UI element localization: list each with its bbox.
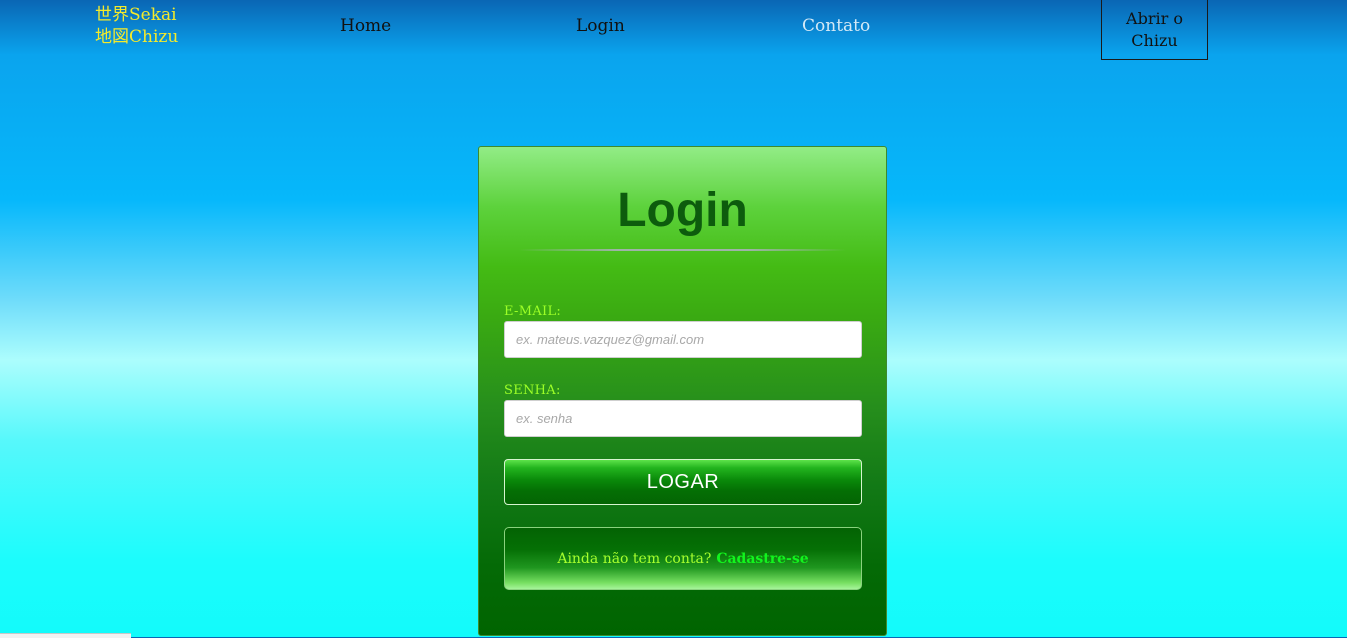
signup-prompt-box: Ainda não tem conta? Cadastre-se xyxy=(504,527,862,590)
login-submit-button[interactable]: LOGAR xyxy=(504,459,862,505)
logo-line-2: 地図Chizu xyxy=(95,27,179,47)
bottom-left-strip xyxy=(0,633,131,638)
nav-contact-link[interactable]: Contato xyxy=(802,16,870,36)
login-card: Login E-MAIL: SENHA: LOGAR Ainda não tem… xyxy=(478,146,887,636)
signup-prompt-text: Ainda não tem conta? xyxy=(557,550,712,567)
open-chizu-label: Abrir o Chizu xyxy=(1126,8,1183,50)
nav-login-link[interactable]: Login xyxy=(576,16,625,36)
password-label: SENHA: xyxy=(504,383,561,398)
password-input[interactable] xyxy=(504,400,862,437)
email-input[interactable] xyxy=(504,321,862,358)
login-title: Login xyxy=(617,184,748,237)
nav-home-link[interactable]: Home xyxy=(340,16,391,36)
login-submit-label: LOGAR xyxy=(646,470,720,493)
site-logo[interactable]: 世界Sekai 地図Chizu xyxy=(95,4,195,48)
open-chizu-button[interactable]: Abrir o Chizu xyxy=(1101,0,1208,60)
title-divider xyxy=(519,249,846,251)
email-label: E-MAIL: xyxy=(504,304,562,319)
signup-link[interactable]: Cadastre-se xyxy=(716,551,808,567)
logo-line-1: 世界Sekai xyxy=(95,5,177,25)
